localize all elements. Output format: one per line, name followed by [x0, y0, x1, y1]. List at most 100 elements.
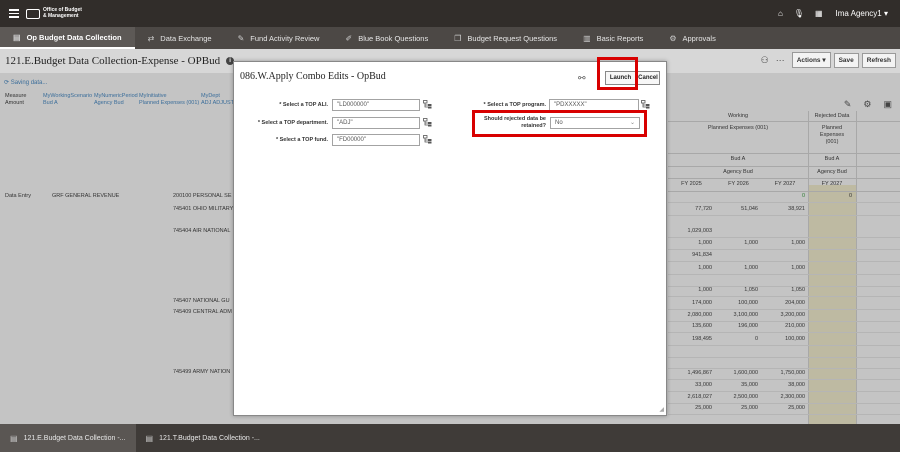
logo-mark-icon: [26, 8, 40, 19]
cancel-button[interactable]: Cancel: [636, 71, 660, 85]
form-icon: ▤: [10, 433, 18, 443]
grid-cell[interactable]: 33,000: [672, 382, 712, 388]
grid-cell[interactable]: 0: [812, 193, 852, 199]
member-selector-icon[interactable]: [423, 118, 433, 128]
nav-tab-budget-request-questions[interactable]: ❐ Budget Request Questions: [441, 27, 570, 49]
grid-cell[interactable]: 1,050: [718, 287, 758, 293]
nav-tab-approvals[interactable]: ⚙ Approvals: [656, 27, 729, 49]
resize-grip-icon[interactable]: ◢: [659, 406, 664, 413]
nav-tab-data-exchange[interactable]: ⇄ Data Exchange: [135, 27, 225, 49]
grid-cell[interactable]: 2,618,027: [672, 394, 712, 400]
top-department-input[interactable]: "ADJ": [332, 117, 420, 129]
edit-icon[interactable]: ✎: [844, 99, 852, 110]
home-icon[interactable]: ⌂: [778, 9, 783, 18]
microphone-icon[interactable]: 🎙: [794, 9, 804, 18]
grid-header-agency-bud: Agency Bud: [723, 169, 753, 175]
grid-cell[interactable]: 0: [718, 336, 758, 342]
grid-icon: ▤: [13, 32, 21, 42]
pov-header-scenario[interactable]: MyWorkingScenario Bud A: [43, 93, 92, 107]
top-department-label: * Select a TOP department.: [257, 120, 328, 126]
member-selector-icon[interactable]: [423, 135, 433, 145]
top-fund-input[interactable]: "FD00000": [332, 134, 420, 146]
grid-header-rejected-bud-a: Bud A: [824, 156, 840, 162]
grid-cell[interactable]: 25,000: [718, 405, 758, 411]
row-label-account: 745404 AIR NATIONAL: [173, 228, 231, 234]
nav-tab-fund-activity-review[interactable]: ✎ Fund Activity Review: [225, 27, 333, 49]
grid-cell[interactable]: 204,000: [765, 300, 805, 306]
grid-cell[interactable]: 1,000: [718, 265, 758, 271]
grid-cell[interactable]: 100,000: [718, 300, 758, 306]
grid-cell[interactable]: 1,000: [672, 240, 712, 246]
grid-cell[interactable]: 135,600: [672, 323, 712, 329]
actions-menu-button[interactable]: Actions ▾: [791, 52, 831, 68]
open-form-tab[interactable]: ▤ 121.E.Budget Data Collection -...: [0, 424, 136, 452]
grid-cell[interactable]: 100,000: [765, 336, 805, 342]
save-button[interactable]: Save: [833, 52, 859, 68]
grid-header-bud-a: Bud A: [730, 156, 746, 162]
saving-indicator: ⟳ Saving data...: [4, 80, 48, 86]
grid-cell[interactable]: 1,000: [765, 265, 805, 271]
row-label-entry: Data Entry: [5, 193, 31, 199]
grid-cell[interactable]: 1,496,867: [672, 370, 712, 376]
grid-cell[interactable]: 1,000: [672, 265, 712, 271]
pov-header-period[interactable]: MyNumericPeriod Agency Bud: [94, 93, 138, 107]
grid-cell[interactable]: 1,000: [718, 240, 758, 246]
grid-cell[interactable]: 174,000: [672, 300, 712, 306]
grid-cell[interactable]: 38,000: [765, 382, 805, 388]
grid-cell[interactable]: 25,000: [765, 405, 805, 411]
grid-cell[interactable]: 38,921: [765, 206, 805, 212]
highlight-launch-button: [597, 57, 638, 90]
member-selector-icon[interactable]: [423, 100, 433, 110]
form-options-icon[interactable]: ⚇: [761, 55, 769, 66]
approvals-icon: ⚙: [669, 33, 677, 43]
settings-gear-icon[interactable]: ⚙: [863, 99, 871, 110]
hamburger-menu-icon[interactable]: [4, 9, 24, 18]
logo[interactable]: Office of Budget & Management: [26, 7, 82, 19]
user-menu[interactable]: Ima Agency1 ▾: [834, 9, 889, 18]
page-title: 121.E.Budget Data Collection-Expense - O…: [5, 55, 221, 67]
grid-header-rejected-planned: Planned Expenses (001): [819, 125, 845, 145]
user-name: Ima Agency1: [835, 9, 882, 18]
grid-cell[interactable]: 2,300,000: [765, 394, 805, 400]
grid-cell[interactable]: 0: [765, 193, 805, 199]
grid-header-rejected: Rejected Data: [814, 113, 850, 119]
grid-cell[interactable]: 1,029,003: [672, 228, 712, 234]
row-label-account: 745499 ARMY NATION: [173, 369, 231, 375]
grid-cell[interactable]: 198,495: [672, 336, 712, 342]
grid-cell[interactable]: 1,050: [765, 287, 805, 293]
open-form-tab[interactable]: ▤ 121.T.Budget Data Collection -...: [136, 424, 270, 452]
hierarchy-icon[interactable]: ⚯: [578, 73, 586, 84]
nav-tab-op-budget-data-collection[interactable]: ▤ Op Budget Data Collection: [0, 27, 135, 49]
grid-cell[interactable]: 25,000: [672, 405, 712, 411]
grid-cell[interactable]: 1,000: [765, 240, 805, 246]
grid-cell[interactable]: 2,080,000: [672, 312, 712, 318]
grid-cell[interactable]: 3,200,000: [765, 312, 805, 318]
grid-cell[interactable]: 35,000: [718, 382, 758, 388]
nav-tab-blue-book-questions[interactable]: ✐ Blue Book Questions: [332, 27, 441, 49]
top-ali-input[interactable]: "LD000000": [332, 99, 420, 111]
grid-cell[interactable]: 1,750,000: [765, 370, 805, 376]
grid-cell[interactable]: 51,046: [718, 206, 758, 212]
grid-cell[interactable]: 2,500,000: [718, 394, 758, 400]
grid-cell[interactable]: 77,720: [672, 206, 712, 212]
grid-cell[interactable]: 196,000: [718, 323, 758, 329]
grid-cell[interactable]: 941,834: [672, 252, 712, 258]
save-view-icon[interactable]: ▣: [883, 99, 892, 110]
exchange-icon: ⇄: [147, 33, 155, 43]
nav-tab-basic-reports[interactable]: ▥ Basic Reports: [570, 27, 656, 49]
member-selector-icon[interactable]: [641, 100, 651, 110]
apps-grid-icon[interactable]: ▦: [815, 9, 823, 18]
grid-cell[interactable]: 1,600,000: [718, 370, 758, 376]
more-icon[interactable]: ···: [776, 55, 785, 65]
navigation-bar: ▤ Op Budget Data Collection ⇄ Data Exchang…: [0, 27, 900, 49]
grid-cell[interactable]: 3,100,000: [718, 312, 758, 318]
top-program-label: * Select a TOP program.: [483, 102, 546, 108]
refresh-button[interactable]: Refresh: [861, 52, 896, 68]
pov-header-initiative[interactable]: MyInitiative Planned Expenses (001): [139, 93, 199, 107]
grid-header-working: Working: [727, 113, 749, 119]
form-icon: ▤: [145, 433, 154, 443]
top-ali-label: * Select a TOP ALI.: [279, 102, 328, 108]
grid-cell[interactable]: 1,000: [672, 287, 712, 293]
grid-header-planned: Planned Expenses (001): [707, 125, 769, 131]
grid-cell[interactable]: 210,000: [765, 323, 805, 329]
